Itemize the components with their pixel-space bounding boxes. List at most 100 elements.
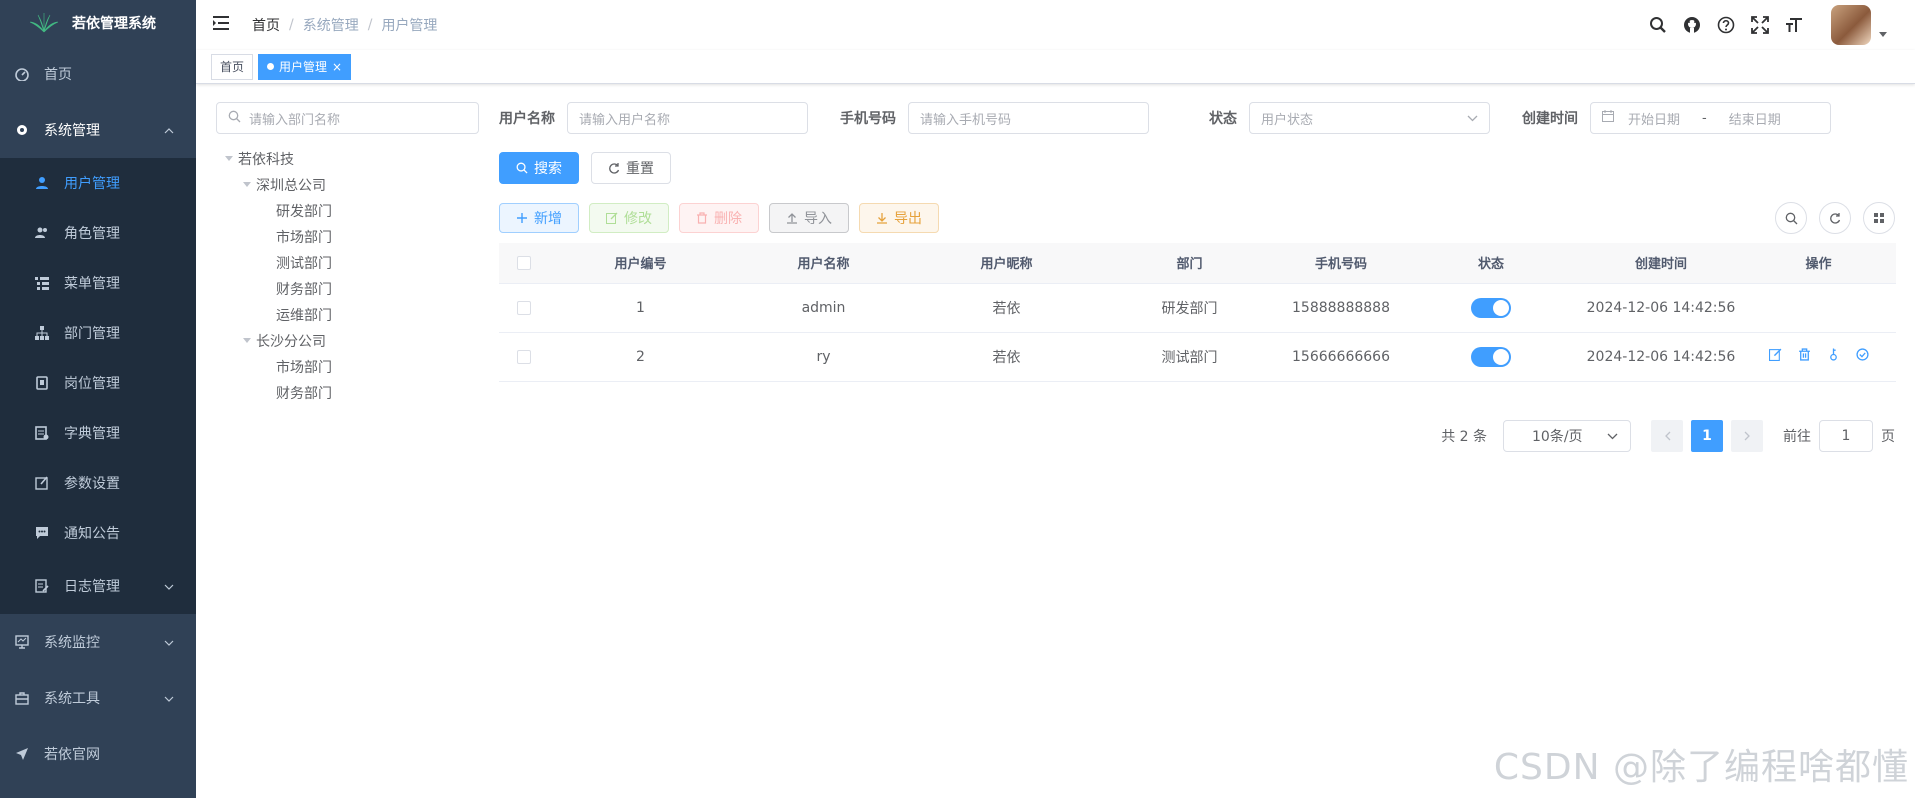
breadcrumb-item[interactable]: 首页 [252,15,280,35]
right-toolbar [1775,202,1895,234]
close-icon[interactable]: × [332,55,342,79]
column-header: 状态 [1401,243,1581,284]
sidebar-item-home[interactable]: 首页 [0,46,196,102]
key-icon[interactable] [1827,348,1840,365]
sidebar-item-config[interactable]: 参数设置 [0,458,196,508]
tree-node-label: 若依科技 [238,152,294,168]
caret-down-icon[interactable] [220,156,238,162]
sidebar-item-tools[interactable]: 系统工具 [0,670,196,726]
tree-node-branch[interactable]: 长沙分公司 [216,328,479,354]
breadcrumb-separator: / [367,17,373,33]
sidebar-item-label: 系统管理 [44,123,100,139]
tag-user-management[interactable]: 用户管理 × [258,53,352,80]
sidebar-item-depts[interactable]: 部门管理 [0,308,196,358]
sidebar-item-posts[interactable]: 岗位管理 [0,358,196,408]
caret-down-icon[interactable] [238,182,256,188]
delete-icon[interactable] [1798,348,1811,365]
sidebar-item-notice[interactable]: 通知公告 [0,508,196,558]
tree-node-leaf[interactable]: 测试部门 [216,250,479,276]
tree-node-leaf[interactable]: 财务部门 [216,380,479,406]
sidebar-item-dict[interactable]: 字典管理 [0,408,196,458]
delete-button[interactable]: 删除 [679,203,759,233]
search-form: 用户名称 请输入用户名称 手机号码 请输入手机号码 状态 用户状态 创建时间 开… [499,102,1831,134]
username-label: 用户名称 [499,111,555,127]
add-button[interactable]: 新增 [499,203,579,233]
github-icon[interactable] [1675,16,1709,34]
sidebar-item-logs[interactable]: 日志管理 [0,558,196,614]
sidebar-item-monitor[interactable]: 系统监控 [0,614,196,670]
table-row: 2 ry 若依 测试部门 15666666666 2024-12-06 14:4… [499,332,1896,382]
phone-label: 手机号码 [840,111,896,127]
assign-role-icon[interactable] [1855,348,1869,365]
question-icon[interactable] [1709,16,1743,34]
edit-icon [606,212,618,224]
caret-down-icon[interactable] [1879,25,1887,41]
status-switch[interactable] [1471,346,1511,367]
fullscreen-icon[interactable] [1743,16,1777,34]
dept-search-input[interactable]: 请输入部门名称 [216,102,479,134]
active-dot [267,63,275,70]
columns-button[interactable] [1863,202,1895,234]
breadcrumb-item: 用户管理 [381,18,438,34]
font-size-icon[interactable] [1777,16,1811,34]
toggle-search-button[interactable] [1775,202,1807,234]
status-switch[interactable] [1471,297,1511,318]
phone-input[interactable]: 请输入手机号码 [908,102,1149,134]
tree-node-branch[interactable]: 深圳总公司 [216,172,479,198]
tree-node-leaf[interactable]: 市场部门 [216,224,479,250]
tree-node-leaf[interactable]: 财务部门 [216,276,479,302]
breadcrumb: 首页 / 系统管理 / 用户管理 [252,15,437,35]
phone-cell: 15666666666 [1281,332,1401,382]
row-checkbox[interactable] [517,349,531,364]
download-icon [877,213,887,224]
chevron-down-icon [1607,428,1618,444]
tree-node-leaf[interactable]: 市场部门 [216,354,479,380]
chevron-left-icon [1664,431,1670,441]
next-page-button[interactable] [1731,420,1763,452]
calendar-icon [1602,110,1614,126]
search-button-label: 搜索 [534,161,562,177]
username-input[interactable]: 请输入用户名称 [567,102,808,134]
status-select[interactable]: 用户状态 [1249,102,1490,134]
sidebar-item-users[interactable]: 用户管理 [0,158,196,208]
hamburger-icon[interactable] [212,15,230,35]
page-number[interactable]: 1 [1691,420,1723,452]
refresh-button[interactable] [1819,202,1851,234]
export-button[interactable]: 导出 [859,203,939,233]
log-icon [34,578,50,594]
goto-page-input[interactable]: 1 [1819,420,1873,452]
tree-node-leaf[interactable]: 研发部门 [216,198,479,224]
search-button[interactable]: 搜索 [499,152,579,184]
row-checkbox[interactable] [517,300,531,315]
breadcrumb-separator: / [289,17,294,33]
sidebar-item-menus[interactable]: 菜单管理 [0,258,196,308]
sidebar-item-system[interactable]: 系统管理 [0,102,196,158]
reset-button[interactable]: 重置 [591,152,671,184]
search-icon[interactable] [1641,16,1675,34]
edit-button[interactable]: 修改 [589,203,669,233]
column-header: 用户昵称 [915,243,1098,284]
select-all-checkbox[interactable] [517,255,531,270]
tree-node-root[interactable]: 若依科技 [216,146,479,172]
edit-icon[interactable] [1768,348,1782,365]
page-size-select[interactable]: 10条/页 [1503,420,1631,452]
delete-button-label: 删除 [714,211,742,227]
import-button[interactable]: 导入 [769,203,849,233]
sidebar-item-roles[interactable]: 角色管理 [0,208,196,258]
date-range-picker[interactable]: 开始日期 - 结束日期 [1590,102,1831,134]
caret-down-icon[interactable] [238,338,256,344]
app-logo[interactable]: 若依管理系统 [0,0,196,46]
logo-icon [30,13,58,33]
sidebar-item-label: 用户管理 [64,176,120,192]
tree-node-leaf[interactable]: 运维部门 [216,302,479,328]
tree-node-label: 研发部门 [276,204,332,220]
prev-page-button[interactable] [1651,420,1683,452]
pagination-total: 共 2 条 [1441,429,1487,445]
tag-home[interactable]: 首页 [211,53,254,80]
username-cell: ry [732,332,915,382]
delete-icon [697,212,707,224]
tag-label: 首页 [220,59,245,74]
created-cell: 2024-12-06 14:42:56 [1581,283,1741,333]
sidebar-item-website[interactable]: 若依官网 [0,726,196,782]
avatar[interactable] [1831,5,1871,45]
